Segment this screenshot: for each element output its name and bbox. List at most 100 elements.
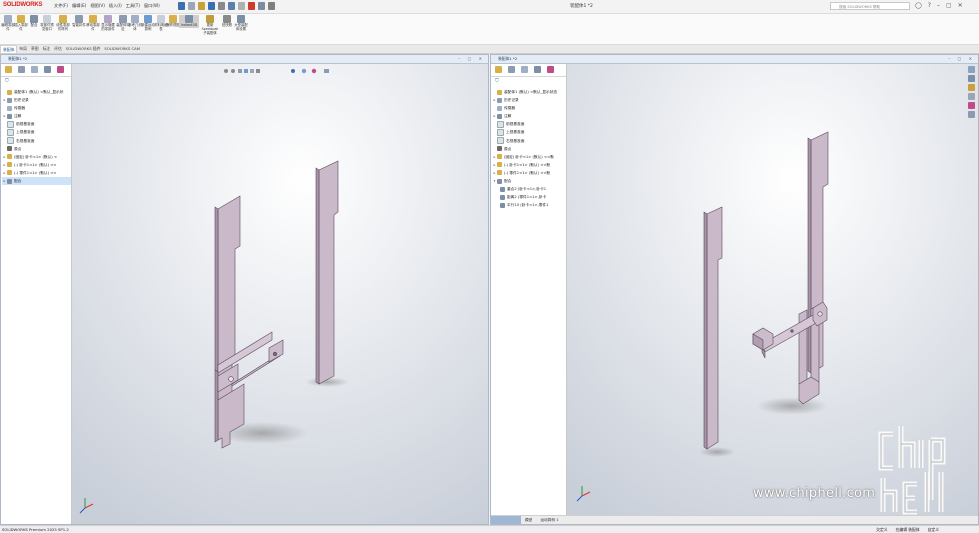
- tree-node[interactable]: ▸ (-) 零件1<1> (默认) <<默: [492, 169, 566, 177]
- select-icon[interactable]: [238, 2, 245, 10]
- tree-node[interactable]: ▸ 配合: [2, 177, 71, 186]
- propertymanager-tab-icon[interactable]: [508, 66, 515, 73]
- left-window-controls[interactable]: – ▢ ✕: [458, 55, 485, 63]
- view-palette-icon[interactable]: [968, 93, 975, 100]
- tab-addins[interactable]: SOLIDWORKS 插件: [64, 45, 103, 53]
- featuremanager-tab-icon[interactable]: [5, 66, 12, 73]
- tab-motion-study[interactable]: 运动算例 1: [536, 516, 562, 524]
- filter-icon[interactable]: ⛉: [5, 78, 9, 84]
- tree-node[interactable]: 前视基准面: [492, 120, 566, 128]
- cmd-component-preview[interactable]: 零部件预览窗口: [40, 15, 54, 32]
- tree-node[interactable]: ▸ 注解: [492, 112, 566, 120]
- snapshot-icon: [223, 15, 231, 23]
- left-window-titlebar: 装配体1 *2 – ▢ ✕: [1, 55, 488, 64]
- cmd-take-snapshot[interactable]: 拍快照: [220, 15, 234, 28]
- resources-icon[interactable]: [968, 66, 975, 73]
- tree-node[interactable]: 原点: [2, 145, 71, 153]
- tree-node[interactable]: ▸ (固定) 卧卡<1> (默认) <: [2, 153, 71, 161]
- tab-model-blank[interactable]: [491, 516, 521, 524]
- filter-icon[interactable]: ⛉: [495, 78, 499, 84]
- propertymanager-tab-icon[interactable]: [18, 66, 25, 73]
- cmd-show-hidden[interactable]: 显示隐藏的零部件: [101, 15, 115, 32]
- tree-node[interactable]: 右视基准面: [492, 137, 566, 145]
- custom-properties-icon[interactable]: [968, 111, 975, 118]
- menu-view[interactable]: 视图(V): [90, 3, 105, 9]
- display-manager-tab-icon[interactable]: [547, 66, 554, 73]
- tree-node[interactable]: 上视基准面: [2, 128, 71, 136]
- close-icon[interactable]: ✕: [958, 2, 963, 9]
- configmanager-tab-icon[interactable]: [31, 66, 38, 73]
- part-icon: [7, 170, 12, 176]
- restore-icon[interactable]: ▢: [946, 2, 952, 9]
- cmd-large-assembly[interactable]: 大型装配体设置: [234, 15, 248, 32]
- tree-node[interactable]: 装配体1 (默认) <默认_显示状: [2, 88, 71, 96]
- cmd-move-component[interactable]: 移动零部件: [86, 15, 100, 32]
- cmd-edit-component[interactable]: 编辑零部件: [1, 15, 15, 32]
- rebuild-icon[interactable]: [248, 2, 255, 10]
- design-library-icon[interactable]: [968, 75, 975, 82]
- cmd-linear-pattern[interactable]: 线性零部件阵列: [56, 15, 70, 32]
- tab-layout[interactable]: 布局: [17, 45, 29, 53]
- cmd-new-motion-study[interactable]: 新建运动算例: [141, 15, 155, 32]
- configmanager-tab-icon[interactable]: [521, 66, 528, 73]
- tree-node[interactable]: 装配体1 (默认) <默认_显示状态: [492, 88, 566, 96]
- tree-node[interactable]: ▾ 配合: [492, 177, 566, 185]
- file-properties-icon[interactable]: [258, 2, 265, 10]
- menu-insert[interactable]: 插入(I): [109, 3, 122, 9]
- menu-tools[interactable]: 工具(T): [126, 3, 140, 9]
- dimxpert-tab-icon[interactable]: [44, 66, 51, 73]
- right-window-controls[interactable]: – ▢ ✕: [948, 55, 975, 63]
- tab-markup[interactable]: 标注: [41, 45, 53, 53]
- menu-edit[interactable]: 编辑(E): [72, 3, 86, 9]
- part-icon: [497, 170, 502, 176]
- solidworks-logo[interactable]: SOLIDWORKS: [3, 2, 43, 8]
- tree-node[interactable]: 传感器: [492, 104, 566, 112]
- tree-node[interactable]: ▸ 注解: [2, 112, 71, 120]
- save-icon[interactable]: [208, 2, 215, 10]
- tree-node[interactable]: ▸ 历史记录: [492, 96, 566, 104]
- new-document-icon[interactable]: [188, 2, 195, 10]
- tree-node-mate[interactable]: 重合2 (卧卡<1>,卧卡1: [492, 185, 566, 193]
- open-icon[interactable]: [198, 2, 205, 10]
- tree-node[interactable]: 前视基准面: [2, 120, 71, 128]
- tree-node[interactable]: ▸ (固定) 卧卡<1> (默认) <<默: [492, 153, 566, 161]
- tree-node[interactable]: 原点: [492, 145, 566, 153]
- tree-node[interactable]: 上视基准面: [492, 128, 566, 136]
- tree-node[interactable]: 右视基准面: [2, 137, 71, 145]
- file-explorer-icon[interactable]: [968, 84, 975, 91]
- tree-node-mate[interactable]: 距离2 (零件1<1>,卧卡: [492, 193, 566, 201]
- menu-window[interactable]: 窗口(W): [144, 3, 160, 9]
- options-icon[interactable]: [268, 2, 275, 10]
- featuremanager-tab-icon[interactable]: [495, 66, 502, 73]
- left-graphics-area[interactable]: [72, 64, 488, 524]
- tree-node[interactable]: ▸ (-) 零件1<1> (默认) <<: [2, 169, 71, 177]
- undo-icon[interactable]: [228, 2, 235, 10]
- tab-cam[interactable]: SOLIDWORKS CAM: [102, 45, 142, 53]
- help-icon[interactable]: ?: [928, 2, 931, 9]
- help-search-input[interactable]: 搜索 SOLIDWORKS 帮助: [830, 2, 910, 10]
- display-manager-tab-icon[interactable]: [57, 66, 64, 73]
- cmd-update-speedpak[interactable]: 更新 Speedpak 子装配体: [201, 15, 219, 35]
- minimize-icon[interactable]: –: [937, 2, 940, 9]
- tab-model[interactable]: 模型: [521, 516, 536, 524]
- print-icon[interactable]: [218, 2, 225, 10]
- tab-evaluate[interactable]: 评估: [52, 45, 64, 53]
- tab-assembly[interactable]: 装配体: [0, 45, 18, 53]
- tree-node-mate[interactable]: 平行10 (卧卡<1>,零件1: [492, 201, 566, 209]
- dimxpert-tab-icon[interactable]: [534, 66, 541, 73]
- tree-node[interactable]: ▸ (-) 卧卡1<1> (默认) <<: [2, 161, 71, 169]
- cmd-instant3d[interactable]: Instant3D: [179, 15, 199, 28]
- cmd-reference-geometry[interactable]: 参考几何体: [128, 15, 142, 32]
- cmd-exploded-view[interactable]: 爆炸视图: [166, 15, 180, 28]
- user-icon[interactable]: ◯: [915, 2, 922, 9]
- cmd-smart-fastener[interactable]: 智能扣件: [72, 15, 86, 28]
- appearances-icon[interactable]: [968, 102, 975, 109]
- cmd-insert-component[interactable]: 插入零部件: [14, 15, 28, 32]
- home-icon[interactable]: [178, 2, 185, 10]
- menu-file[interactable]: 文件(F): [54, 3, 68, 9]
- tab-sketch[interactable]: 草图: [29, 45, 41, 53]
- tree-node[interactable]: ▸ 历史记录: [2, 96, 71, 104]
- tree-node[interactable]: 传感器: [2, 104, 71, 112]
- cmd-mate[interactable]: 配合: [27, 15, 41, 28]
- tree-node[interactable]: ▸ (-) 卧卡1<1> (默认) <<默: [492, 161, 566, 169]
